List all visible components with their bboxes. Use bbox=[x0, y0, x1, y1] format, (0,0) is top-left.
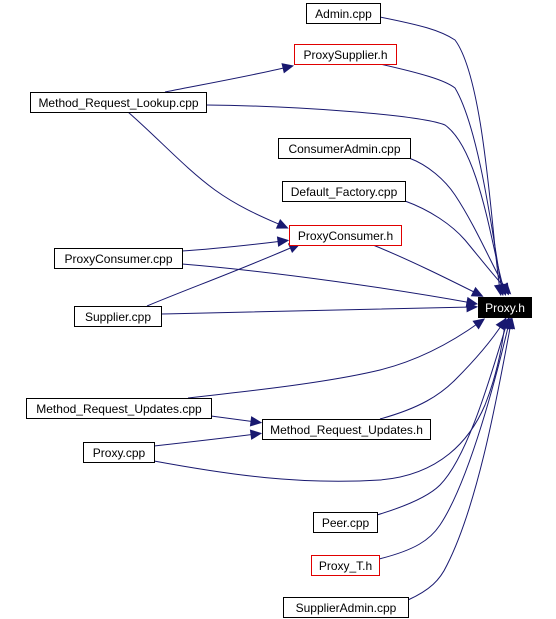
nodes-layer: Proxy.h Admin.cpp ProxySupplier.h Method_Re… bbox=[26, 3, 532, 618]
node-peer-cpp[interactable]: Peer.cpp bbox=[313, 512, 378, 533]
edge-mru_cpp-to-mru_h bbox=[210, 415, 257, 423]
node-label: Admin.cpp bbox=[315, 7, 372, 21]
node-label: ProxyConsumer.h bbox=[298, 229, 393, 243]
arrowhead-mrl_cpp-to-proxyconsumer_h bbox=[275, 218, 289, 229]
node-supplier-cpp[interactable]: Supplier.cpp bbox=[74, 306, 162, 327]
arrowhead-proxyconsumer_cpp-to-proxyconsumer_h bbox=[276, 236, 290, 247]
arrowhead-proxy_cpp-to-mru_h bbox=[249, 429, 263, 440]
edge-mrl_cpp-to-proxyconsumer_h bbox=[127, 111, 284, 227]
node-proxyconsumer-cpp[interactable]: ProxyConsumer.cpp bbox=[54, 248, 183, 269]
node-proxy-cpp[interactable]: Proxy.cpp bbox=[83, 442, 155, 463]
node-label: Method_Request_Lookup.cpp bbox=[38, 96, 198, 110]
include-dependency-graph: Proxy.h Admin.cpp ProxySupplier.h Method_Re… bbox=[26, 3, 532, 618]
node-proxyconsumer-h[interactable]: ProxyConsumer.h bbox=[289, 225, 402, 246]
node-admin-cpp[interactable]: Admin.cpp bbox=[306, 3, 381, 24]
arrowhead-proxyconsumer_h-to-proxy_h bbox=[470, 286, 484, 297]
node-mrl-cpp[interactable]: Method_Request_Lookup.cpp bbox=[30, 92, 207, 113]
edge-mru_h-to-proxy_h bbox=[379, 322, 504, 420]
edge-proxy_cpp-to-mru_h bbox=[153, 433, 257, 447]
node-label: Proxy.cpp bbox=[93, 446, 146, 460]
node-label: ConsumerAdmin.cpp bbox=[288, 142, 400, 156]
node-label: Method_Request_Updates.cpp bbox=[36, 402, 202, 416]
edge-proxyconsumer_h-to-proxy_h bbox=[372, 244, 479, 295]
arrowhead-mrl_cpp-to-proxysupplier_h bbox=[281, 63, 295, 74]
node-proxy-t-h[interactable]: Proxy_T.h bbox=[311, 555, 380, 576]
node-label: Proxy_T.h bbox=[319, 559, 372, 573]
arrowhead-mru_cpp-to-mru_h bbox=[249, 416, 263, 427]
edge-mru_cpp-to-proxy_h bbox=[187, 321, 481, 399]
node-label: SupplierAdmin.cpp bbox=[296, 601, 397, 615]
node-mru-h[interactable]: Method_Request_Updates.h bbox=[262, 419, 431, 440]
node-label: Default_Factory.cpp bbox=[291, 185, 398, 199]
edge-proxy_t_h-to-proxy_h bbox=[378, 322, 510, 560]
edge-proxyconsumer_cpp-to-proxyconsumer_h bbox=[181, 240, 284, 252]
node-proxy-h[interactable]: Proxy.h bbox=[478, 297, 532, 318]
node-label: Supplier.cpp bbox=[85, 310, 151, 324]
node-label: Peer.cpp bbox=[322, 516, 370, 530]
node-consumeradmin-cpp[interactable]: ConsumerAdmin.cpp bbox=[278, 138, 411, 159]
node-label: ProxySupplier.h bbox=[303, 48, 387, 62]
node-mru-cpp[interactable]: Method_Request_Updates.cpp bbox=[26, 398, 212, 419]
node-defaultfactory-cpp[interactable]: Default_Factory.cpp bbox=[282, 181, 406, 202]
edge-supplieradmin_cpp-to-proxy_h bbox=[407, 322, 512, 601]
node-label: Proxy.h bbox=[485, 301, 525, 315]
node-label: ProxyConsumer.cpp bbox=[64, 252, 172, 266]
node-supplieradmin-cpp[interactable]: SupplierAdmin.cpp bbox=[283, 597, 409, 618]
node-proxysupplier-h[interactable]: ProxySupplier.h bbox=[294, 44, 397, 65]
edge-supplier_cpp-to-proxy_h bbox=[160, 306, 473, 315]
node-label: Method_Request_Updates.h bbox=[270, 423, 423, 437]
edge-mrl_cpp-to-proxysupplier_h bbox=[164, 66, 289, 93]
arrowhead-mru_cpp-to-proxy_h bbox=[472, 318, 486, 330]
